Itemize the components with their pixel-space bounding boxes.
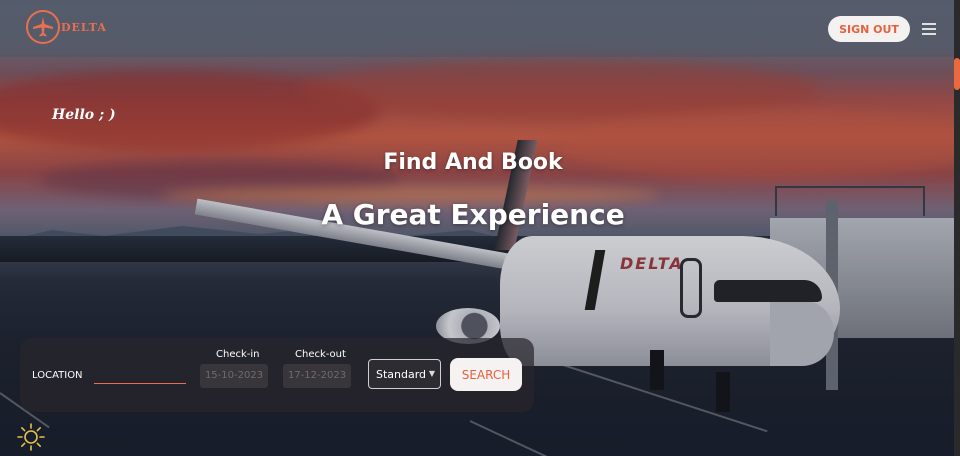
- brand-logo[interactable]: DELTA: [26, 10, 107, 44]
- check-out-label: Check-out: [295, 349, 346, 360]
- search-button[interactable]: SEARCH: [450, 358, 522, 391]
- location-label: LOCATION: [32, 370, 83, 381]
- scrollbar-thumb[interactable]: [954, 58, 960, 90]
- location-input[interactable]: [94, 366, 186, 384]
- room-class-select[interactable]: Standard ▼: [368, 359, 441, 389]
- brand-name: DELTA: [61, 20, 107, 34]
- booking-search-bar: LOCATION Check-in 15-10-2023 Check-out 1…: [20, 338, 534, 412]
- hero-headline: Find And Book: [383, 150, 563, 175]
- hero-subheadline: A Great Experience: [321, 198, 625, 231]
- hamburger-menu-icon[interactable]: [922, 23, 936, 35]
- top-nav-bar: DELTA SIGN OUT: [0, 0, 954, 57]
- check-in-date-input[interactable]: 15-10-2023: [200, 364, 268, 388]
- check-out-date-input[interactable]: 17-12-2023: [283, 364, 351, 388]
- check-in-label: Check-in: [216, 349, 260, 360]
- sun-icon[interactable]: [16, 422, 46, 452]
- greeting-text: Hello ; ): [52, 107, 116, 123]
- chevron-down-icon: ▼: [428, 369, 435, 378]
- room-class-value: Standard: [376, 367, 427, 381]
- sign-out-button[interactable]: SIGN OUT: [828, 16, 910, 42]
- airplane-icon: [26, 10, 60, 44]
